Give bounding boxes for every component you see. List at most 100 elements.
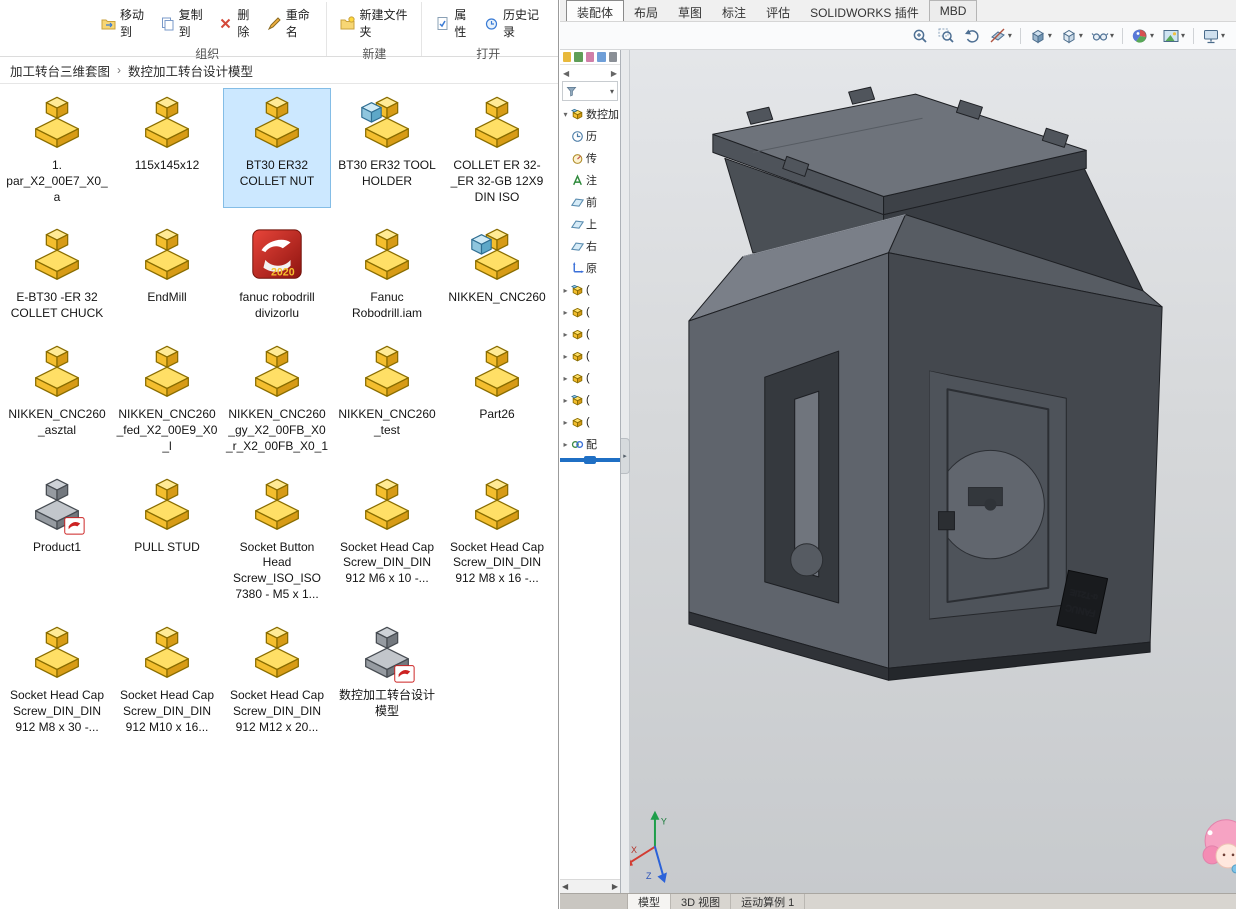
panel-back-arrow[interactable]: ◀ [563, 69, 569, 78]
scroll-left-arrow[interactable]: ◀ [562, 882, 568, 891]
tree-item-component[interactable]: ▸ ( [560, 411, 620, 433]
file-item[interactable]: PULL STUD [113, 470, 221, 606]
tab-layout[interactable]: 布局 [624, 0, 668, 21]
tree-item-right-plane[interactable]: 右 [560, 235, 620, 257]
zoom-to-area-button[interactable] [934, 25, 958, 47]
dimxpertmanager-tab[interactable] [597, 52, 605, 62]
tree-item-mates[interactable]: ▸ 配 [560, 433, 620, 455]
model-tab[interactable]: 模型 [628, 894, 671, 909]
panel-splitter[interactable]: ▸ [621, 50, 630, 893]
file-item[interactable]: NIKKEN_CNC260_gy_X2_00FB_X0_r_X2_00FB_X0… [223, 337, 331, 457]
file-item[interactable]: Fanuc Robodrill.iam [333, 220, 441, 325]
file-item[interactable]: Socket Head Cap Screw_DIN_DIN 912 M10 x … [113, 618, 221, 738]
tree-item-origin[interactable]: 原 [560, 257, 620, 279]
tree-item-front-plane[interactable]: 前 [560, 191, 620, 213]
expand-arrow-icon[interactable]: ▾ [562, 110, 569, 119]
expand-arrow-icon[interactable]: ▸ [562, 330, 569, 339]
tab-sketch[interactable]: 草图 [668, 0, 712, 21]
scroll-right-arrow[interactable]: ▶ [612, 882, 618, 891]
file-item[interactable]: NIKKEN_CNC260_test [333, 337, 441, 457]
file-item[interactable]: BT30 ER32 TOOL HOLDER [333, 88, 441, 208]
new-folder-button[interactable]: 新建文件夹 [335, 2, 413, 44]
file-item[interactable]: COLLET ER 32-_ER 32-GB 12X9 DIN ISO [443, 88, 551, 208]
tree-item-component[interactable]: ▸ ( [560, 345, 620, 367]
tree-item-component[interactable]: ▸ ( [560, 279, 620, 301]
file-item[interactable]: NIKKEN_CNC260_fed_X2_00E9_X0_l [113, 337, 221, 457]
file-item[interactable]: NIKKEN_CNC260_asztal [3, 337, 111, 457]
component-part-icon [571, 350, 584, 363]
panel-forward-arrow[interactable]: ▶ [611, 69, 617, 78]
displaymanager-tab[interactable] [609, 52, 617, 62]
tab-annotate[interactable]: 标注 [712, 0, 756, 21]
view-orientation-button[interactable]: ▾ [1026, 25, 1055, 47]
file-item[interactable]: Socket Button Head Screw_ISO_ISO 7380 - … [223, 470, 331, 606]
rollback-bar[interactable] [560, 458, 620, 462]
file-item[interactable]: Socket Head Cap Screw_DIN_DIN 912 M8 x 3… [3, 618, 111, 738]
delete-label: 删除 [237, 6, 254, 40]
cad-model[interactable]: FANUC α-T21iE [689, 87, 1162, 680]
3d-views-tab[interactable]: 3D 视图 [671, 894, 731, 909]
expand-arrow-icon[interactable]: ▸ [562, 286, 569, 295]
history-button[interactable]: 历史记录 [479, 2, 546, 44]
previous-view-button[interactable] [960, 25, 984, 47]
file-item-selected[interactable]: BT30 ER32 COLLET NUT [223, 88, 331, 208]
propertymanager-tab[interactable] [574, 52, 582, 62]
file-item[interactable]: Product1 [3, 470, 111, 606]
breadcrumb-item[interactable]: 加工转台三维套图 [4, 58, 116, 83]
tree-item-component[interactable]: ▸ ( [560, 389, 620, 411]
panel-flyout-handle[interactable]: ▸ [621, 438, 630, 474]
file-item[interactable]: Socket Head Cap Screw_DIN_DIN 912 M12 x … [223, 618, 331, 738]
expand-arrow-icon[interactable]: ▸ [562, 352, 569, 361]
delete-button[interactable]: 删除 [213, 2, 259, 44]
tab-assembly[interactable]: 装配体 [566, 0, 624, 21]
expand-arrow-icon[interactable]: ▸ [562, 418, 569, 427]
file-item[interactable]: 115x145x12 [113, 88, 221, 208]
tree-item-component[interactable]: ▸ ( [560, 301, 620, 323]
file-item[interactable]: Socket Head Cap Screw_DIN_DIN 912 M6 x 1… [333, 470, 441, 606]
zoom-to-fit-button[interactable] [908, 25, 932, 47]
panel-horizontal-scrollbar[interactable]: ◀ ▶ [560, 879, 620, 893]
tree-item-component[interactable]: ▸ ( [560, 323, 620, 345]
statusbar-resize-area[interactable] [560, 894, 628, 909]
breadcrumb-item-current[interactable]: 数控加工转台设计模型 [122, 58, 259, 83]
rename-button[interactable]: 重命名 [262, 2, 319, 44]
section-view-button[interactable]: ▾ [986, 25, 1015, 47]
tree-item-component[interactable]: ▸ ( [560, 367, 620, 389]
properties-icon [435, 16, 450, 31]
apply-scene-button[interactable]: ▾ [1159, 25, 1188, 47]
expand-arrow-icon[interactable]: ▸ [562, 440, 569, 449]
tab-addins[interactable]: SOLIDWORKS 插件 [800, 0, 929, 21]
file-item[interactable]: EndMill [113, 220, 221, 325]
display-style-button[interactable]: ▾ [1057, 25, 1086, 47]
tab-evaluate[interactable]: 评估 [756, 0, 800, 21]
tab-mbd[interactable]: MBD [929, 0, 978, 21]
edit-appearance-button[interactable]: ▾ [1128, 25, 1157, 47]
tree-item-sensors[interactable]: 传 [560, 147, 620, 169]
featuremanager-tab[interactable] [563, 52, 571, 62]
tree-root-assembly[interactable]: ▾ 数控加 [560, 103, 620, 125]
configurationmanager-tab[interactable] [586, 52, 594, 62]
hide-show-items-button[interactable]: ▾ [1088, 25, 1117, 47]
file-item[interactable]: 2020 fanuc robodrill divizorlu [223, 220, 331, 325]
copy-to-button[interactable]: 复制到 [155, 2, 212, 44]
viewport-canvas[interactable]: FANUC α-T21iE Y X Z [630, 50, 1236, 893]
move-to-button[interactable]: 移动到 [96, 2, 153, 44]
expand-arrow-icon[interactable]: ▸ [562, 374, 569, 383]
orientation-triad[interactable]: Y X Z [630, 811, 667, 883]
file-item[interactable]: E-BT30 -ER 32 COLLET CHUCK [3, 220, 111, 325]
file-item[interactable]: NIKKEN_CNC260 [443, 220, 551, 325]
file-item[interactable]: Part26 [443, 337, 551, 457]
file-item[interactable]: 数控加工转台设计模型 [333, 618, 441, 738]
motion-study-tab[interactable]: 运动算例 1 [731, 894, 805, 909]
properties-button[interactable]: 属性 [430, 2, 477, 44]
expand-arrow-icon[interactable]: ▸ [562, 396, 569, 405]
view-settings-button[interactable]: ▾ [1199, 25, 1228, 47]
file-item[interactable]: Socket Head Cap Screw_DIN_DIN 912 M8 x 1… [443, 470, 551, 606]
tree-filter-button[interactable]: ▾ [562, 81, 618, 101]
tree-item-annotations[interactable]: 注 [560, 169, 620, 191]
viewport[interactable]: FANUC α-T21iE Y X Z [630, 50, 1236, 893]
tree-item-history[interactable]: 历 [560, 125, 620, 147]
tree-item-top-plane[interactable]: 上 [560, 213, 620, 235]
expand-arrow-icon[interactable]: ▸ [562, 308, 569, 317]
file-item[interactable]: 1. par_X2_00E7_X0_a [3, 88, 111, 208]
